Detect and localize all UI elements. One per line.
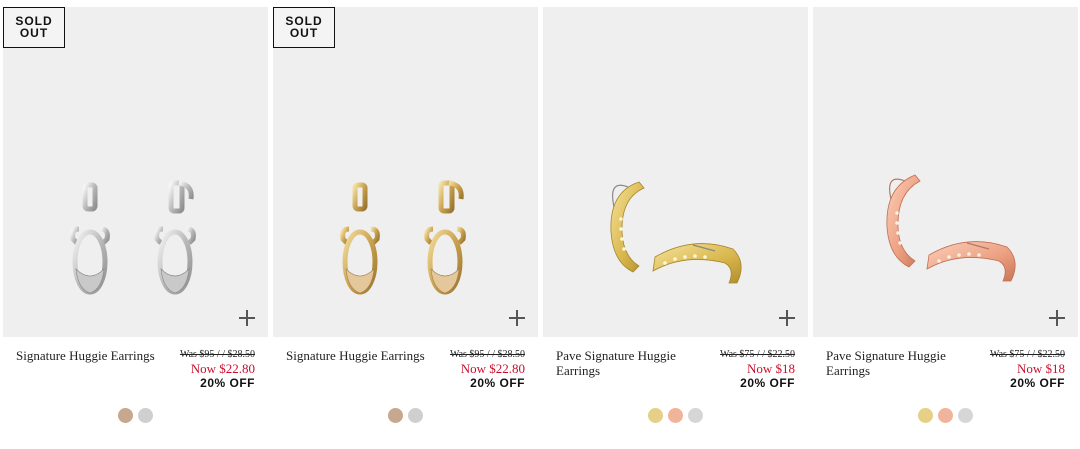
swatch-gold[interactable] xyxy=(648,408,663,423)
was-price: Was $75 / / $22.50 xyxy=(989,349,1065,360)
color-swatches xyxy=(273,408,538,423)
now-price: Now $22.80 xyxy=(460,361,525,376)
product-card[interactable]: SOLD OUT Signature Huggie Earrings Was $… xyxy=(273,7,538,437)
product-image[interactable] xyxy=(813,7,1078,337)
discount-label: 20% OFF xyxy=(740,376,795,390)
now-price: Now $22.80 xyxy=(190,361,255,376)
drop-earrings-image xyxy=(340,180,466,295)
product-name[interactable]: Pave Signature Huggie Earrings xyxy=(826,348,966,378)
product-name[interactable]: Pave Signature Huggie Earrings xyxy=(556,348,696,378)
price-block: Was $75 / / $22.50 Now $18 20% OFF xyxy=(685,348,795,391)
price-block: Was $95 / / $28.50 Now $22.80 20% OFF xyxy=(415,348,525,391)
drop-earrings-image xyxy=(70,180,196,295)
product-image[interactable]: SOLD OUT xyxy=(273,7,538,337)
swatch-rose-gold[interactable] xyxy=(668,408,683,423)
plus-icon[interactable] xyxy=(1048,309,1066,327)
swatch-rose-gold[interactable] xyxy=(388,408,403,423)
swatch-rose-gold[interactable] xyxy=(118,408,133,423)
product-name[interactable]: Signature Huggie Earrings xyxy=(16,348,156,363)
badge-line-2: OUT xyxy=(289,26,319,40)
color-swatches xyxy=(3,408,268,423)
price-block: Was $75 / / $22.50 Now $18 20% OFF xyxy=(955,348,1065,391)
was-price: Was $95 / / $28.50 xyxy=(449,349,525,360)
discount-label: 20% OFF xyxy=(1010,376,1065,390)
plus-icon[interactable] xyxy=(778,309,796,327)
price-block: Was $95 / / $28.50 Now $22.80 20% OFF xyxy=(145,348,255,391)
product-image[interactable]: SOLD OUT xyxy=(3,7,268,337)
plus-icon[interactable] xyxy=(238,309,256,327)
product-grid: SOLD OUT Signature Huggie Earrings Was $… xyxy=(0,0,1080,449)
discount-label: 20% OFF xyxy=(470,376,525,390)
swatch-silver[interactable] xyxy=(688,408,703,423)
hoop-earrings-image xyxy=(610,181,742,284)
plus-icon[interactable] xyxy=(508,309,526,327)
color-swatches xyxy=(813,408,1078,423)
was-price: Was $95 / / $28.50 xyxy=(179,349,255,360)
product-name[interactable]: Signature Huggie Earrings xyxy=(286,348,426,363)
sold-out-badge: SOLD OUT xyxy=(273,7,335,48)
swatch-gold[interactable] xyxy=(918,408,933,423)
was-price: Was $75 / / $22.50 xyxy=(719,349,795,360)
discount-label: 20% OFF xyxy=(200,376,255,390)
swatch-silver[interactable] xyxy=(138,408,153,423)
product-card[interactable]: Pave Signature Huggie Earrings Was $75 /… xyxy=(813,7,1078,437)
sold-out-badge: SOLD OUT xyxy=(3,7,65,48)
now-price: Now $18 xyxy=(746,361,795,376)
swatch-rose-gold[interactable] xyxy=(938,408,953,423)
swatch-silver[interactable] xyxy=(958,408,973,423)
color-swatches xyxy=(543,408,808,423)
hoop-earrings-image xyxy=(886,174,1016,282)
product-card[interactable]: Pave Signature Huggie Earrings Was $75 /… xyxy=(543,7,808,437)
product-image[interactable] xyxy=(543,7,808,337)
badge-line-2: OUT xyxy=(19,26,49,40)
now-price: Now $18 xyxy=(1016,361,1065,376)
swatch-silver[interactable] xyxy=(408,408,423,423)
product-card[interactable]: SOLD OUT Signature Huggie Earrings Was $… xyxy=(3,7,268,437)
